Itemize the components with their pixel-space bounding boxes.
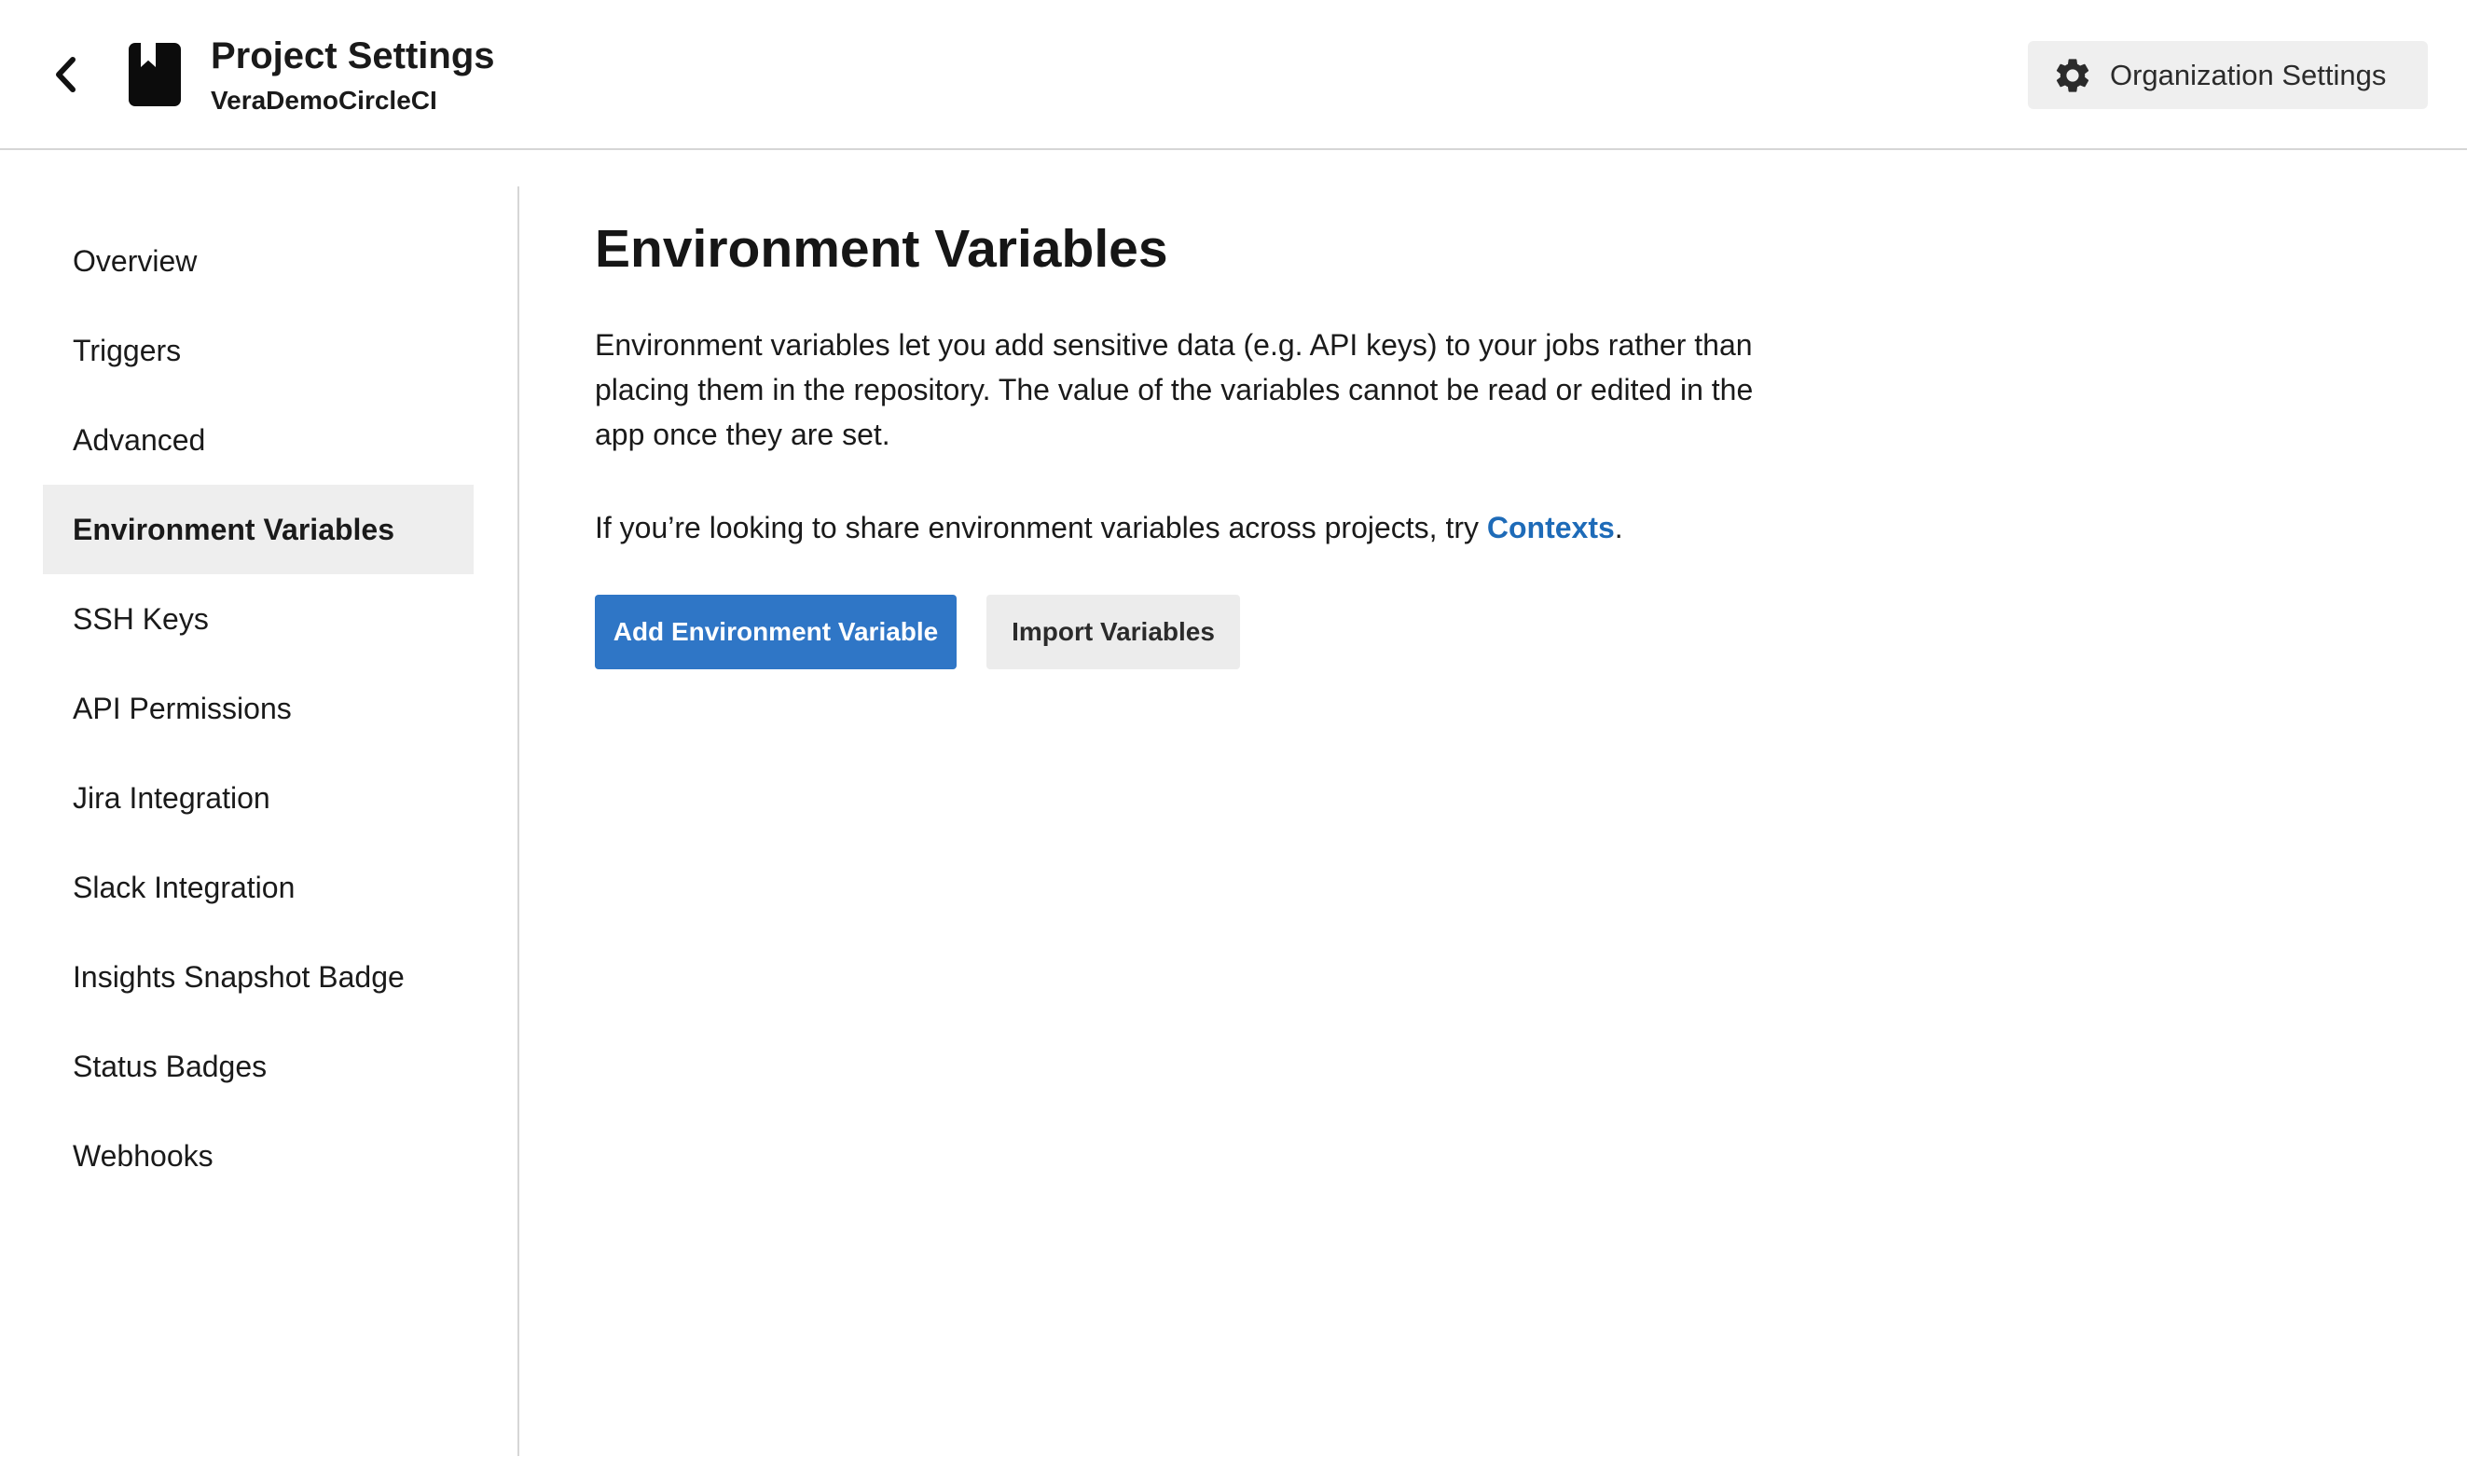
contexts-link[interactable]: Contexts: [1487, 511, 1615, 544]
sidebar-item-webhooks[interactable]: Webhooks: [43, 1111, 474, 1201]
contexts-hint: If you’re looking to share environment v…: [595, 505, 1900, 550]
import-variables-button[interactable]: Import Variables: [986, 595, 1240, 669]
sidebar-item-insights-snapshot-badge[interactable]: Insights Snapshot Badge: [43, 932, 474, 1022]
sidebar-item-api-permissions[interactable]: API Permissions: [43, 664, 474, 753]
sidebar-item-status-badges[interactable]: Status Badges: [43, 1022, 474, 1111]
contexts-hint-text: If you’re looking to share environment v…: [595, 511, 1487, 544]
organization-settings-label: Organization Settings: [2110, 58, 2387, 91]
section-description: Environment variables let you add sensit…: [595, 328, 1754, 451]
sidebar-item-ssh-keys[interactable]: SSH Keys: [43, 574, 474, 664]
add-environment-variable-button[interactable]: Add Environment Variable: [595, 595, 957, 669]
bookmark-icon: [129, 43, 181, 106]
contexts-hint-suffix: .: [1614, 511, 1623, 544]
back-button[interactable]: [45, 48, 88, 101]
top-header: Project Settings VeraDemoCircleCI Organi…: [0, 0, 2467, 150]
section-title: Environment Variables: [595, 219, 1168, 279]
sidebar-item-slack-integration[interactable]: Slack Integration: [43, 843, 474, 932]
sidebar-item-triggers[interactable]: Triggers: [43, 306, 474, 395]
sidebar-item-jira-integration[interactable]: Jira Integration: [43, 753, 474, 843]
sidebar-item-advanced[interactable]: Advanced: [43, 395, 474, 485]
chevron-left-icon: [56, 57, 76, 92]
settings-sidebar: Overview Triggers Advanced Environment V…: [0, 186, 518, 1456]
project-name: VeraDemoCircleCI: [211, 86, 437, 115]
sidebar-divider: [517, 186, 519, 1456]
organization-settings-button[interactable]: Organization Settings: [2028, 41, 2428, 109]
sidebar-item-overview[interactable]: Overview: [43, 216, 474, 306]
sidebar-item-environment-variables[interactable]: Environment Variables: [43, 485, 474, 574]
gear-icon: [2056, 58, 2089, 92]
page-title: Project Settings: [211, 35, 495, 76]
